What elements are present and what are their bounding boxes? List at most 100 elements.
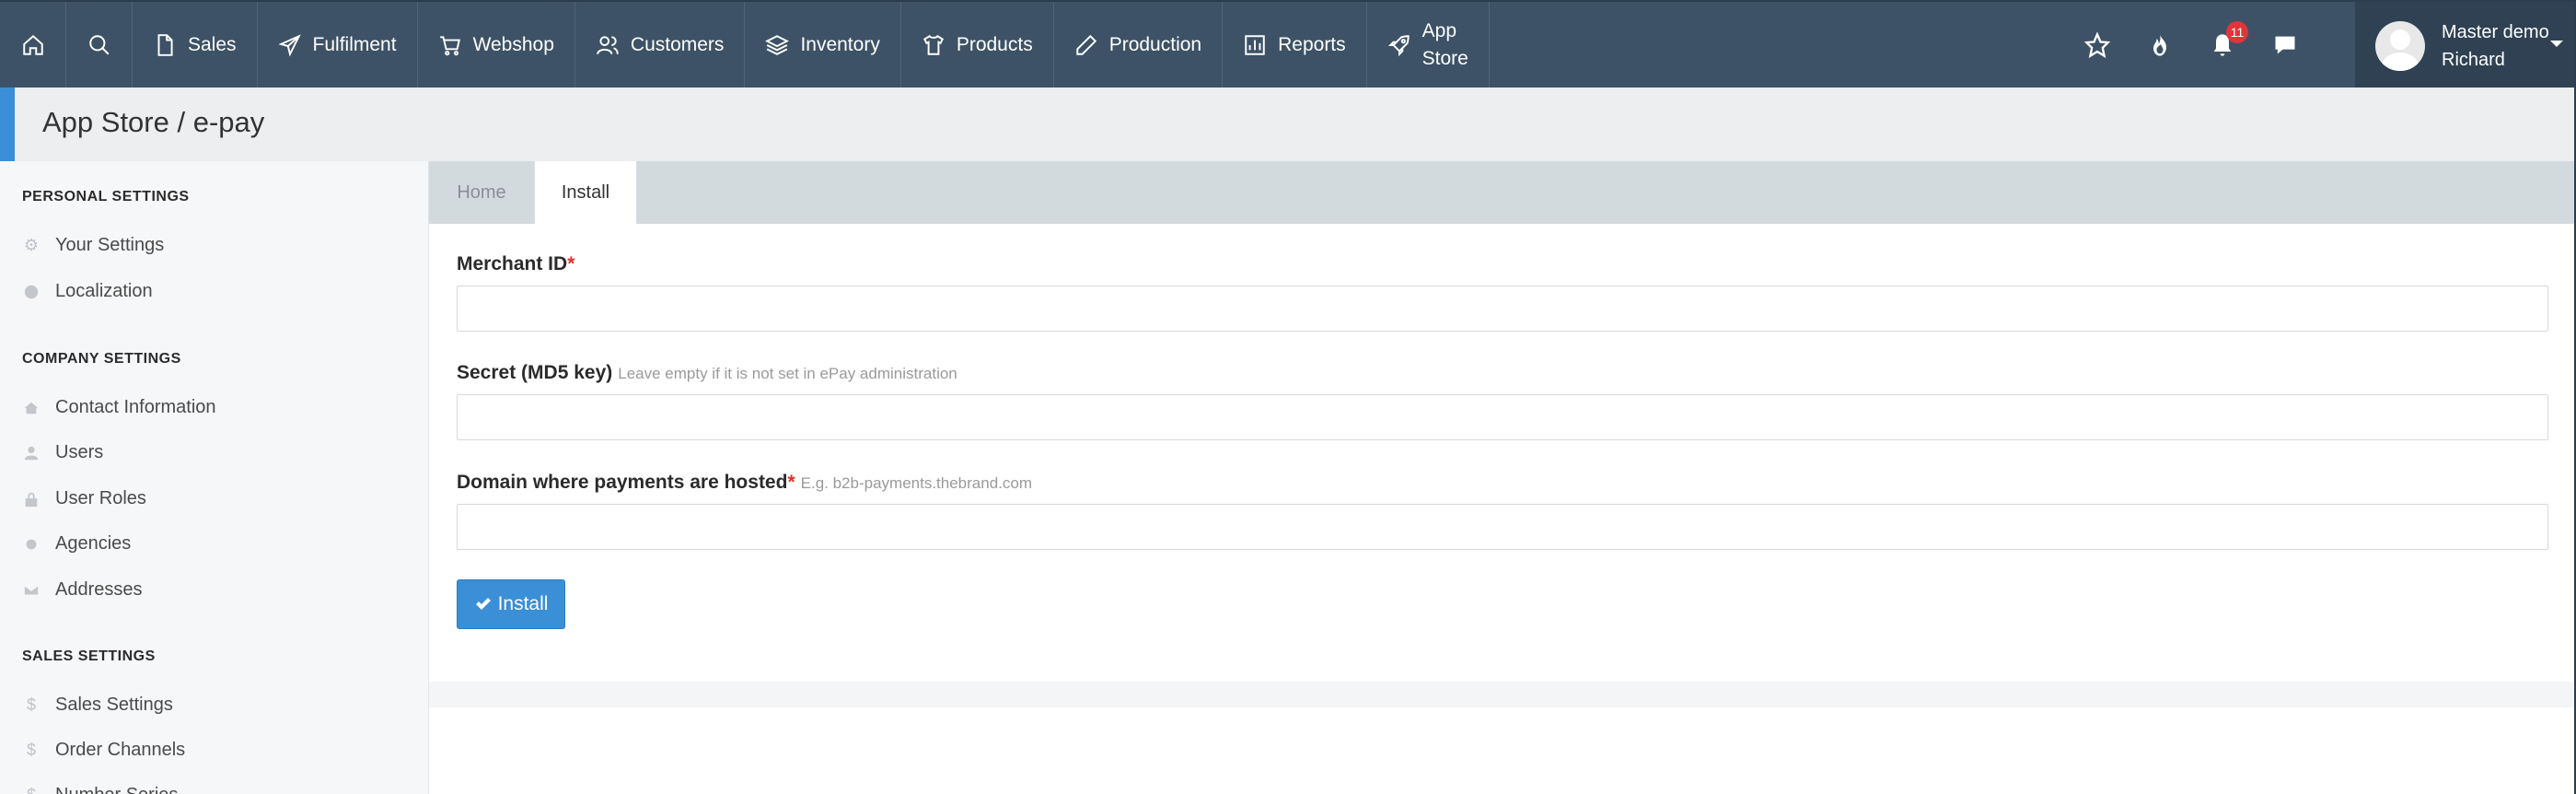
user-menu[interactable]: Master demo Richard xyxy=(2355,2,2576,89)
activity-button[interactable] xyxy=(2129,1,2191,88)
circle-icon xyxy=(22,535,41,554)
required-mark: * xyxy=(787,472,795,493)
nav-fulfilment[interactable]: Fulfilment xyxy=(258,2,418,88)
sidebar-item-label: Order Channels xyxy=(55,740,186,760)
domain-hint: E.g. b2b-payments.thebrand.com xyxy=(800,474,1033,492)
sidebar-item-label: Number Series xyxy=(55,785,178,794)
merchant-id-input[interactable] xyxy=(457,286,2548,332)
nav-customers-label: Customers xyxy=(630,33,725,55)
sidebar-item-label: Agencies xyxy=(55,533,132,554)
star-icon xyxy=(2084,31,2110,58)
home-icon xyxy=(22,34,43,55)
gear-icon: ⚙ xyxy=(23,236,40,254)
tabs-bar: Home Install xyxy=(429,161,2576,224)
rocket-icon xyxy=(1387,34,1410,56)
notifications-badge: 11 xyxy=(2226,21,2248,43)
sidebar-item-number-series[interactable]: $ Number Series xyxy=(22,785,178,794)
user-name-line2: Richard xyxy=(2442,49,2505,70)
company-settings-heading: COMPANY SETTINGS xyxy=(22,351,181,367)
layers-icon xyxy=(765,34,790,55)
nav-products[interactable]: Products xyxy=(901,2,1054,88)
users-icon xyxy=(597,35,619,54)
secret-label-text: Secret (MD5 key) xyxy=(457,362,613,383)
sidebar-item-label: Addresses xyxy=(55,579,143,600)
header-accent-bar xyxy=(0,88,15,161)
nav-webshop[interactable]: Webshop xyxy=(418,2,575,88)
nav-webshop-label: Webshop xyxy=(472,33,554,55)
sidebar-item-localization[interactable]: Localization xyxy=(22,281,153,302)
paper-plane-icon xyxy=(277,33,301,57)
nav-customers[interactable]: Customers xyxy=(575,2,746,88)
personal-settings-heading: PERSONAL SETTINGS xyxy=(22,189,190,204)
sidebar-item-your-settings[interactable]: ⚙ Your Settings xyxy=(22,235,164,256)
page-title: App Store / e-pay xyxy=(42,106,265,138)
home-button[interactable] xyxy=(0,2,66,88)
tab-home[interactable]: Home xyxy=(429,161,534,224)
nav-app-store[interactable]: App Store xyxy=(1367,2,1490,88)
tab-install[interactable]: Install xyxy=(534,161,637,224)
nav-products-label: Products xyxy=(956,33,1033,55)
avatar xyxy=(2375,20,2425,71)
sidebar-item-label: Sales Settings xyxy=(55,695,173,715)
bar-chart-icon xyxy=(1245,34,1265,55)
install-button[interactable]: Install xyxy=(457,579,565,629)
nav-app-store-label-line1: App xyxy=(1421,19,1457,41)
page-header: App Store / e-pay xyxy=(0,88,2576,161)
sidebar-item-label: Localization xyxy=(55,281,153,301)
sidebar-item-order-channels[interactable]: $ Order Channels xyxy=(22,740,185,761)
search-icon xyxy=(88,34,109,54)
sidebar-item-sales-settings[interactable]: $ Sales Settings xyxy=(22,695,173,716)
secret-hint: Leave empty if it is not set in ePay adm… xyxy=(618,365,957,382)
user-name-line1: Master demo xyxy=(2442,21,2549,42)
fire-icon xyxy=(2153,33,2166,56)
messages-button[interactable] xyxy=(2254,1,2316,88)
sidebar-item-user-roles[interactable]: User Roles xyxy=(22,488,146,509)
domain-label: Domain where payments are hosted* E.g. b2… xyxy=(457,472,1032,494)
notifications-button[interactable]: 11 xyxy=(2191,1,2254,88)
nav-reports[interactable]: Reports xyxy=(1223,2,1367,88)
install-button-label: Install xyxy=(497,593,549,614)
nav-inventory[interactable]: Inventory xyxy=(745,2,901,88)
file-icon xyxy=(157,33,173,56)
nav-inventory-label: Inventory xyxy=(800,33,880,55)
envelope-icon xyxy=(22,581,41,600)
nav-production[interactable]: Production xyxy=(1054,2,1224,88)
merchant-id-label: Merchant ID* xyxy=(457,253,574,275)
domain-label-text: Domain where payments are hosted xyxy=(457,472,788,493)
nav-production-label: Production xyxy=(1108,33,1202,55)
chat-icon xyxy=(2275,36,2295,53)
tab-home-label: Home xyxy=(457,181,506,203)
sales-settings-heading: SALES SETTINGS xyxy=(22,648,156,664)
nav-sales-label: Sales xyxy=(188,33,237,55)
domain-input[interactable] xyxy=(457,504,2548,550)
sidebar-item-label: User Roles xyxy=(55,488,146,508)
dollar-icon: $ xyxy=(22,786,41,794)
sidebar-item-addresses[interactable]: Addresses xyxy=(22,579,143,601)
search-button[interactable] xyxy=(66,2,133,88)
sidebar-item-contact-information[interactable]: Contact Information xyxy=(22,397,216,418)
nav-sales[interactable]: Sales xyxy=(133,2,258,88)
nav-fulfilment-label: Fulfilment xyxy=(312,33,397,55)
required-mark: * xyxy=(567,253,575,274)
favorites-button[interactable] xyxy=(2066,1,2129,88)
secret-input[interactable] xyxy=(457,394,2548,440)
sidebar-item-label: Users xyxy=(55,442,104,462)
sidebar-item-users[interactable]: Users xyxy=(22,442,103,463)
main-content: Home Install Merchant ID* Secret (MD5 ke… xyxy=(429,161,2576,794)
dollar-icon: $ xyxy=(26,695,36,714)
dollar-icon: $ xyxy=(26,741,36,759)
sidebar-item-agencies[interactable]: Agencies xyxy=(22,533,131,555)
secret-label: Secret (MD5 key) Leave empty if it is not… xyxy=(457,362,957,384)
lock-icon xyxy=(22,490,41,508)
chevron-down-icon xyxy=(2550,41,2563,47)
checkmark-icon xyxy=(475,598,491,610)
nav-reports-label: Reports xyxy=(1278,33,1346,55)
shirt-icon xyxy=(922,34,944,55)
merchant-id-label-text: Merchant ID xyxy=(457,253,568,274)
globe-icon xyxy=(22,283,41,301)
nav-right-icons: 11 xyxy=(2066,2,2316,88)
sidebar-item-label: Your Settings xyxy=(55,235,165,255)
settings-sidebar: PERSONAL SETTINGS ⚙ Your Settings Locali… xyxy=(0,161,429,794)
tab-install-label: Install xyxy=(561,181,610,203)
